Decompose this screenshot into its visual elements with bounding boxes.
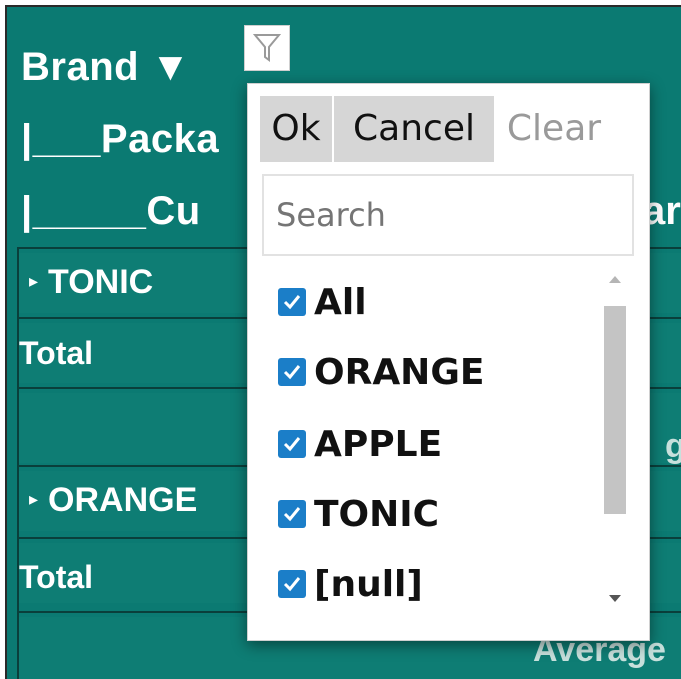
- package-header: |___Packa: [21, 117, 220, 161]
- scroll-up-icon[interactable]: [608, 274, 622, 284]
- checkbox-tonic[interactable]: [278, 500, 306, 528]
- filter-list: All ORANGE APPLE TONIC [null]: [262, 266, 634, 622]
- total-label: Total: [19, 335, 94, 371]
- check-icon: [283, 365, 301, 380]
- cancel-button[interactable]: Cancel: [334, 96, 494, 162]
- customer-header: |_____Cu: [21, 189, 201, 233]
- item-label: [null]: [314, 563, 423, 605]
- filter-icon: [253, 34, 281, 62]
- item-label: All: [314, 281, 367, 323]
- list-item[interactable]: [null]: [278, 554, 423, 614]
- list-item[interactable]: All: [278, 272, 367, 332]
- checkbox-apple[interactable]: [278, 430, 306, 458]
- filter-popup: Ok Cancel Clear All ORANGE: [247, 83, 650, 641]
- filter-button[interactable]: [244, 25, 290, 71]
- ok-button[interactable]: Ok: [260, 96, 332, 162]
- scrollbar[interactable]: [600, 266, 630, 622]
- list-item[interactable]: ORANGE: [278, 342, 484, 402]
- total-label: Total: [19, 559, 94, 595]
- brand-header[interactable]: Brand ▼: [21, 45, 191, 90]
- scroll-down-icon[interactable]: [608, 594, 622, 604]
- check-icon: [283, 295, 301, 310]
- search-input[interactable]: [262, 174, 634, 256]
- check-icon: [283, 437, 301, 452]
- item-label: TONIC: [314, 493, 440, 535]
- item-label: ORANGE: [314, 351, 485, 393]
- item-label: APPLE: [314, 423, 443, 465]
- checkbox-null[interactable]: [278, 570, 306, 598]
- average-label: ge: [665, 427, 681, 466]
- pivot-grid-frame: Brand ▼ |___Packa |_____Cu ar ▸ TONIC Tot…: [5, 5, 681, 679]
- checkbox-all[interactable]: [278, 288, 306, 316]
- list-item[interactable]: TONIC: [278, 484, 439, 544]
- check-icon: [283, 577, 301, 592]
- filter-toolbar: Ok Cancel Clear: [260, 96, 614, 162]
- expand-icon[interactable]: ▸: [29, 271, 38, 291]
- group-row-tonic: ▸ TONIC: [29, 263, 154, 301]
- expand-icon[interactable]: ▸: [29, 489, 38, 509]
- check-icon: [283, 507, 301, 522]
- scrollbar-thumb[interactable]: [604, 306, 626, 514]
- list-item[interactable]: APPLE: [278, 414, 442, 474]
- group-row-orange: ▸ ORANGE: [29, 481, 198, 519]
- clear-button[interactable]: Clear: [494, 96, 614, 162]
- checkbox-orange[interactable]: [278, 358, 306, 386]
